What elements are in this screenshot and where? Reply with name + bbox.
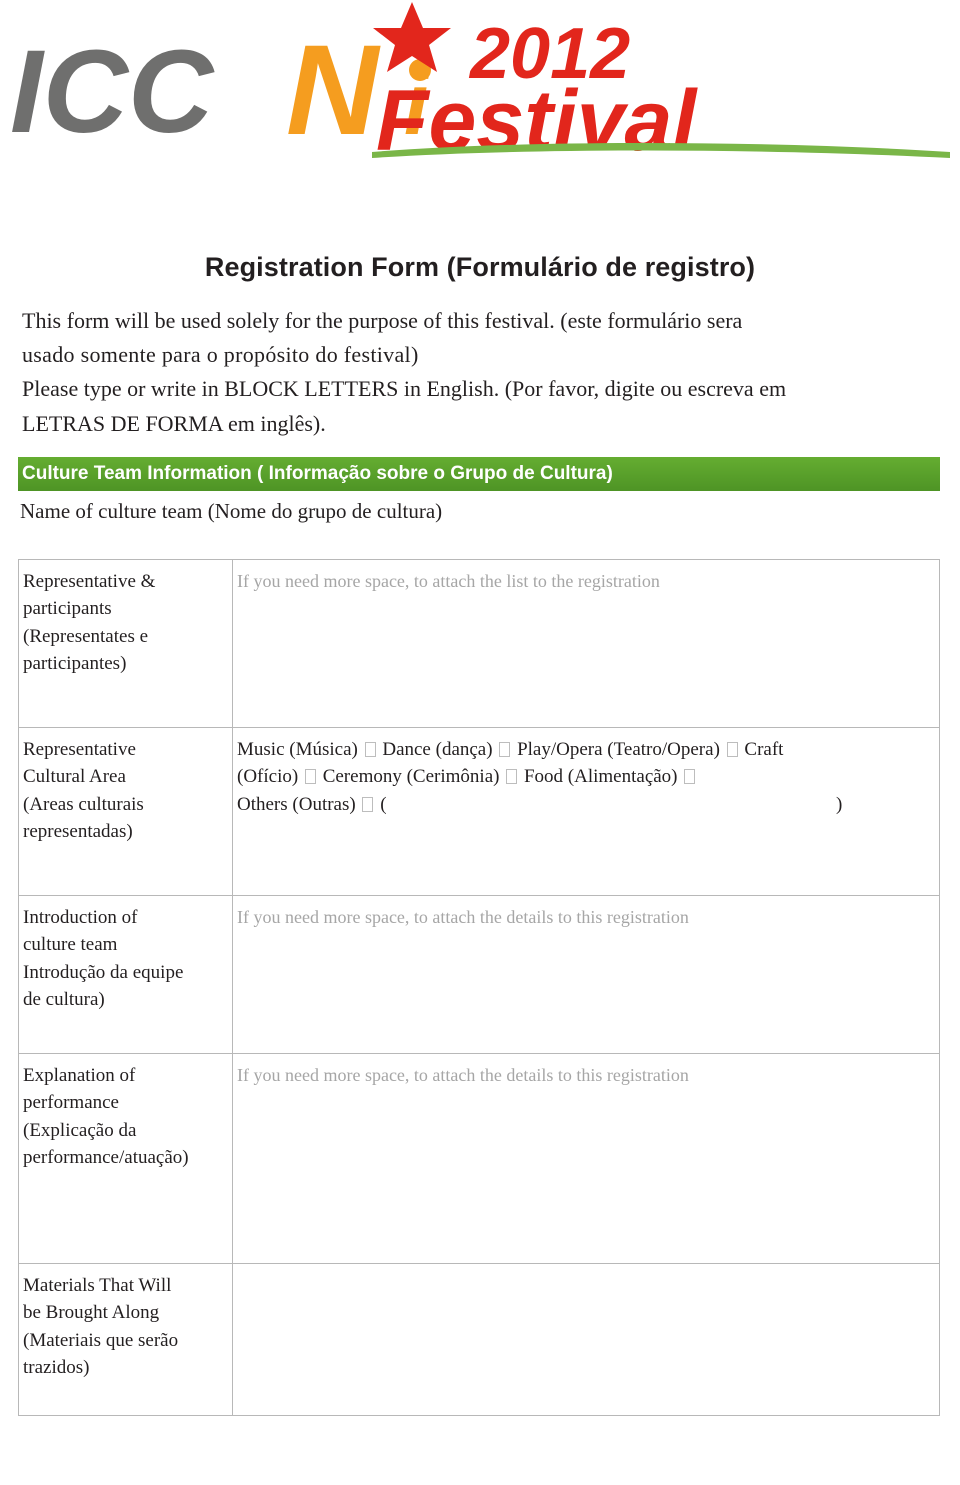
row-label-cultural-area: Representative Cultural Area (Areas cult… [18, 726, 233, 896]
logo-n-text: N [286, 19, 381, 160]
checkbox-label-music: Music (Música) [237, 738, 358, 760]
row-value-materials[interactable] [232, 1262, 940, 1416]
label-line: performance/atuação) [23, 1147, 189, 1169]
label-line: (Areas culturais [23, 793, 144, 815]
label-line: Explanation of [23, 1064, 136, 1086]
section-header-label: Culture Team Information ( Informação so… [22, 462, 613, 484]
table-row: Representative & participants (Represent… [18, 558, 940, 728]
label-line: (Representates e [23, 625, 149, 647]
label-line: representadas) [23, 821, 133, 843]
label-line: Representative [23, 738, 136, 760]
label-line: participantes) [23, 653, 127, 675]
label-line: Introduction of [23, 906, 138, 928]
table-row: Representative Cultural Area (Areas cult… [18, 726, 940, 896]
row-label-introduction: Introduction of culture team Introdução … [18, 894, 233, 1054]
logo-iccn-text: ICC [10, 26, 215, 158]
checkbox-music[interactable] [364, 741, 376, 757]
cultural-area-line-2: (Ofício) Ceremony (Cerimônia) Food (Alim… [237, 763, 929, 790]
label-line: (Materiais que serão [23, 1329, 179, 1351]
checkbox-label-others: Others (Outras) [237, 793, 356, 815]
row-value-introduction[interactable]: If you need more space, to attach the de… [232, 894, 940, 1054]
others-open-paren: ( [380, 793, 387, 815]
checkbox-craft[interactable] [304, 769, 316, 785]
cultural-area-line-1: Music (Música) Dance (dança) Play/Opera … [237, 736, 929, 763]
label-line: Representative & [23, 570, 156, 592]
placeholder-hint: If you need more space, to attach the de… [237, 1064, 689, 1085]
checkbox-ceremony[interactable] [506, 769, 518, 785]
table-row: Explanation of performance (Explicação d… [18, 1052, 940, 1264]
iccn-festival-logo: ICC N i 2012 Festival [0, 0, 960, 160]
label-line: participants [23, 598, 112, 620]
checkbox-label-play-opera: Play/Opera (Teatro/Opera) [517, 738, 720, 760]
document-body: Registration Form (Formulário de registr… [0, 252, 960, 1416]
table-row: Materials That Will be Brought Along (Ma… [18, 1262, 940, 1416]
row-label-representative-participants: Representative & participants (Represent… [18, 558, 233, 728]
label-line: (Explicação da [23, 1119, 137, 1141]
checkbox-food[interactable] [684, 769, 696, 785]
row-value-representative-participants[interactable]: If you need more space, to attach the li… [232, 558, 940, 728]
checkbox-label-dance: Dance (dança) [382, 738, 493, 760]
culture-team-name-label: Name of culture team (Nome do grupo de c… [20, 498, 443, 523]
checkbox-dance[interactable] [499, 741, 511, 757]
row-label-explanation: Explanation of performance (Explicação d… [18, 1052, 233, 1264]
label-line: be Brought Along [23, 1302, 160, 1324]
others-close-paren: ) [836, 793, 843, 815]
row-value-explanation[interactable]: If you need more space, to attach the de… [232, 1052, 940, 1264]
intro-paragraph: This form will be used solely for the pu… [0, 305, 960, 439]
row-label-materials: Materials That Will be Brought Along (Ma… [18, 1262, 233, 1416]
intro-line-3: Please type or write in BLOCK LETTERS in… [22, 376, 787, 402]
logo-graphic: ICC N i 2012 Festival [10, 2, 950, 160]
row-value-cultural-area: Music (Música) Dance (dança) Play/Opera … [232, 726, 940, 896]
label-line: culture team [23, 934, 118, 956]
intro-line-4: LETRAS DE FORMA em inglês). [22, 410, 326, 436]
intro-line-2: usado somente para o propósito do festiv… [22, 342, 419, 368]
label-line: performance [23, 1092, 119, 1114]
checkbox-label-craft: Craft [744, 738, 784, 760]
registration-form-table: Representative & participants (Represent… [18, 558, 940, 1416]
checkbox-label-craft-cont: (Ofício) [237, 766, 299, 788]
checkbox-others[interactable] [362, 796, 374, 812]
table-row: Introduction of culture team Introdução … [18, 894, 940, 1054]
placeholder-hint: If you need more space, to attach the de… [237, 906, 689, 927]
cultural-area-line-3: Others (Outras) ( ) [237, 791, 929, 818]
checkbox-label-ceremony: Ceremony (Cerimônia) [322, 766, 500, 788]
label-line: trazidos) [23, 1357, 90, 1379]
label-line: de cultura) [23, 989, 105, 1011]
intro-line-1: This form will be used solely for the pu… [22, 308, 743, 333]
page-title: Registration Form (Formulário de registr… [204, 252, 756, 282]
placeholder-hint: If you need more space, to attach the li… [237, 570, 660, 591]
checkbox-play-opera[interactable] [726, 741, 738, 757]
label-line: Cultural Area [23, 766, 126, 788]
label-line: Introdução da equipe [23, 961, 184, 983]
checkbox-label-food: Food (Alimentação) [523, 766, 678, 788]
section-header-culture-team: Culture Team Information ( Informação so… [18, 456, 940, 491]
label-line: Materials That Will [23, 1274, 172, 1296]
